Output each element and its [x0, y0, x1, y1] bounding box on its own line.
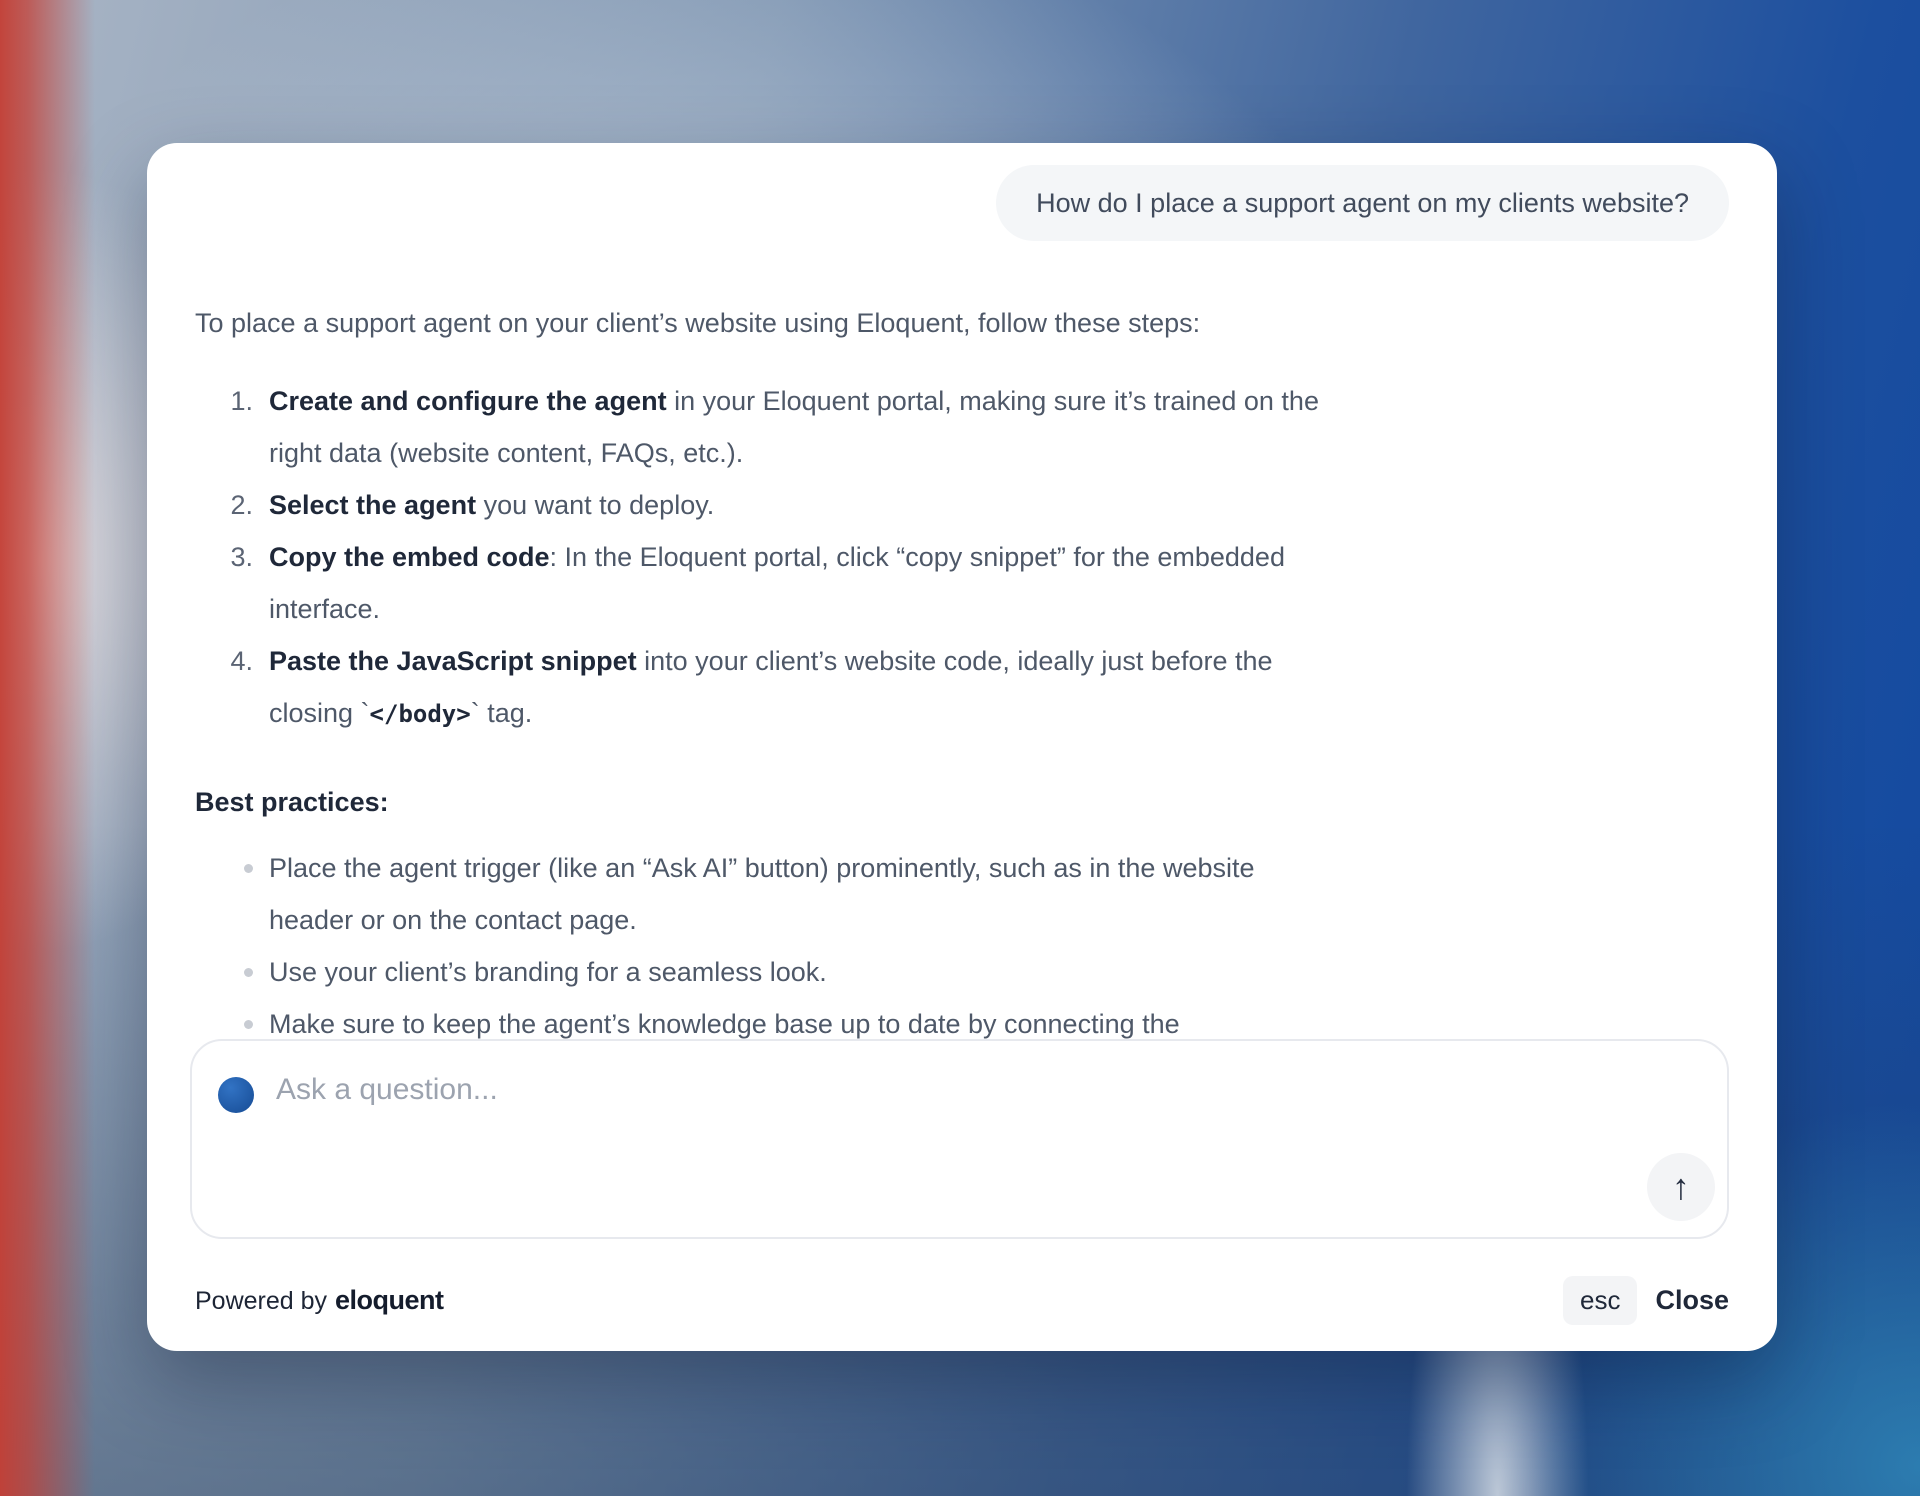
- send-button[interactable]: ↑: [1647, 1153, 1715, 1221]
- best-practices-heading: Best practices:: [195, 776, 1729, 828]
- blurred-desktop-background: How do I place a support agent on my cli…: [0, 0, 1920, 1496]
- modal-content: How do I place a support agent on my cli…: [147, 143, 1777, 1351]
- step-number: 4.: [209, 635, 253, 740]
- bullet-dot-icon: [244, 864, 253, 873]
- answer-intro: To place a support agent on your client’…: [195, 297, 1729, 349]
- bullet-dot-icon: [244, 1020, 253, 1029]
- bullet-item: Use your client’s branding for a seamles…: [195, 946, 1729, 998]
- eloquent-logo: eloquent: [335, 1285, 444, 1315]
- powered-by-label: Powered by: [195, 1287, 327, 1315]
- bullet-text: Use your client’s branding for a seamles…: [269, 946, 1329, 998]
- step-item: 3.Copy the embed code: In the Eloquent p…: [195, 531, 1729, 635]
- bullet-item: Place the agent trigger (like an “Ask AI…: [195, 842, 1729, 946]
- question-input-row: [192, 1041, 1727, 1121]
- step-item: 2. Select the agent you want to deploy.: [195, 479, 1729, 531]
- step-text: Select the agent you want to deploy.: [269, 479, 1349, 531]
- step-number: 2.: [209, 479, 253, 531]
- bullet-text: Place the agent trigger (like an “Ask AI…: [269, 842, 1329, 946]
- user-message-row: How do I place a support agent on my cli…: [195, 165, 1729, 241]
- assistant-modal: How do I place a support agent on my cli…: [147, 143, 1777, 1351]
- question-input-container: ↑: [190, 1039, 1729, 1239]
- step-text: Create and configure the agent in your E…: [269, 375, 1349, 479]
- brand-dot-icon: [218, 1077, 254, 1113]
- bullets-list: Place the agent trigger (like an “Ask AI…: [195, 842, 1729, 1050]
- modal-footer: Powered by eloquent esc Close: [195, 1276, 1729, 1325]
- step-text: Copy the embed code: In the Eloquent por…: [269, 531, 1349, 635]
- step-number: 3.: [209, 531, 253, 635]
- steps-list: 1.Create and configure the agent in your…: [195, 375, 1729, 740]
- bullet-dot-icon: [244, 968, 253, 977]
- powered-by: Powered by eloquent: [195, 1285, 444, 1316]
- question-input[interactable]: [274, 1069, 1727, 1121]
- close-button[interactable]: Close: [1655, 1285, 1729, 1316]
- step-number: 1.: [209, 375, 253, 479]
- step-item: 1.Create and configure the agent in your…: [195, 375, 1729, 479]
- esc-key-badge: esc: [1563, 1276, 1637, 1325]
- step-text: Paste the JavaScript snippet into your c…: [269, 635, 1349, 740]
- inline-code: </body>: [370, 700, 471, 728]
- assistant-answer: To place a support agent on your client’…: [195, 297, 1729, 1050]
- footer-actions: esc Close: [1563, 1276, 1729, 1325]
- step-item: 4.Paste the JavaScript snippet into your…: [195, 635, 1729, 740]
- user-message-bubble: How do I place a support agent on my cli…: [996, 165, 1729, 241]
- arrow-up-icon: ↑: [1672, 1166, 1690, 1208]
